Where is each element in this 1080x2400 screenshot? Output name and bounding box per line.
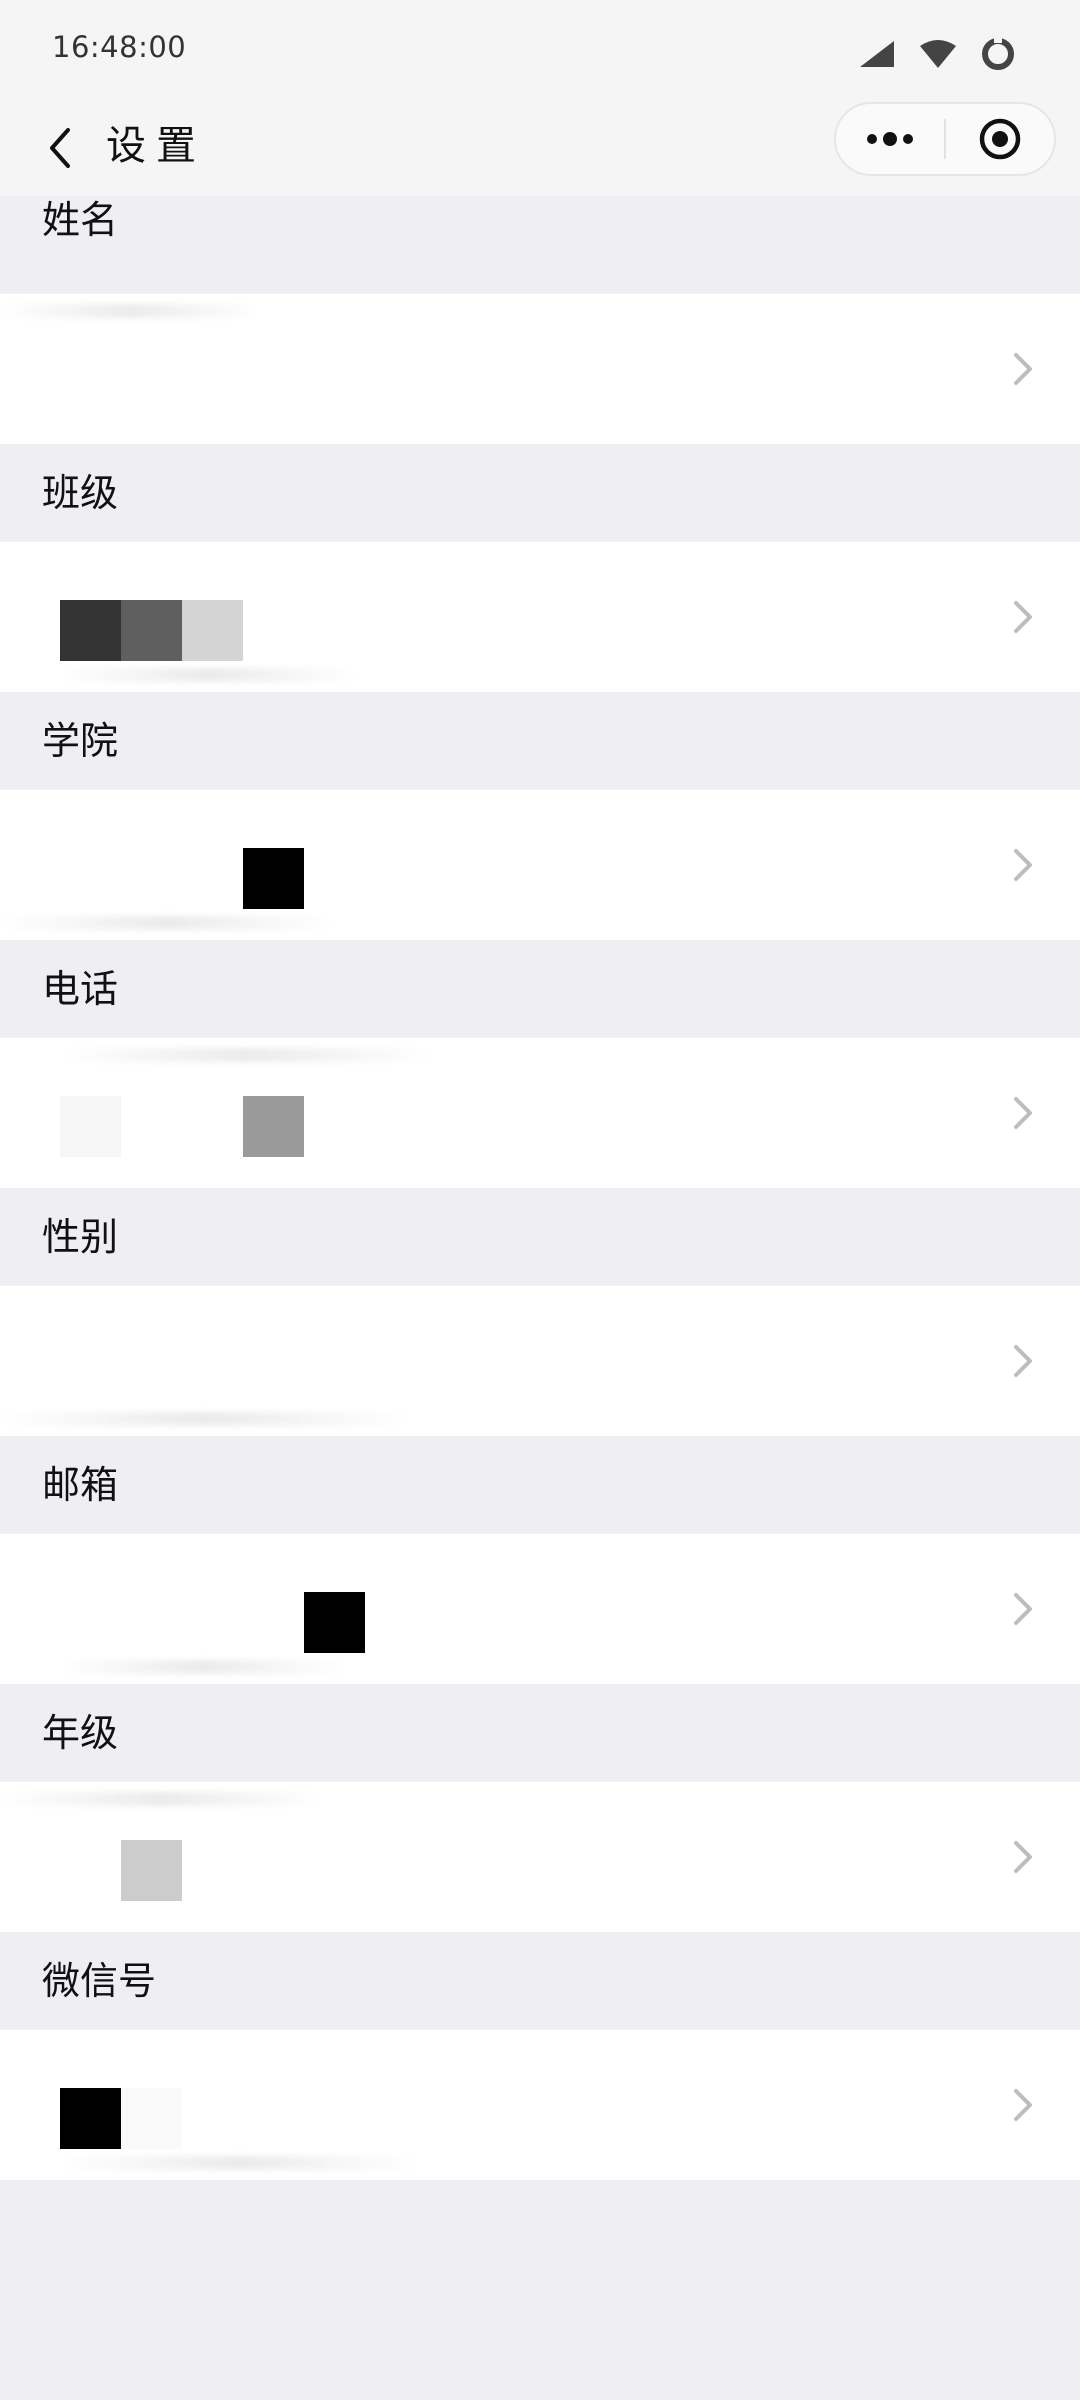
field-value-redacted [60,2088,182,2150]
redacted-block [243,1096,304,1157]
redacted-block [182,1096,243,1157]
chevron-right-icon [1014,353,1032,385]
redacted-block [121,1592,182,1653]
redacted-block [243,848,304,909]
field-row[interactable] [0,1534,1080,1684]
redaction-smear [60,668,357,682]
redacted-block [304,1592,365,1653]
chevron-right-icon [1014,1841,1032,1873]
redacted-block [121,1096,182,1157]
redacted-block [60,600,121,661]
field-label: 姓名 [0,196,1080,294]
status-time: 16:48:00 [52,30,187,64]
chevron-right-icon [1014,1345,1032,1377]
field-value-redacted [60,848,304,910]
redacted-block [182,600,243,661]
chevron-right-icon [1014,601,1032,633]
field-row[interactable] [0,790,1080,940]
redacted-block [121,2088,182,2149]
chevron-right-icon [1014,2089,1032,2121]
redacted-block [60,1096,121,1157]
redacted-block [60,848,121,909]
back-button[interactable] [30,118,90,178]
redaction-smear [60,1660,345,1674]
redaction-smear [60,1048,431,1062]
chevron-right-icon [1014,1593,1032,1625]
redaction-smear [60,2156,419,2170]
field-row[interactable] [0,294,1080,444]
field-value-redacted [60,600,243,662]
redaction-smear [0,916,334,930]
redacted-block [182,848,243,909]
status-bar: 16:48:00 [0,0,1080,100]
redacted-block [60,1592,121,1653]
field-value-redacted [60,1096,304,1158]
page-title: 设置 [106,123,206,169]
field-label: 学院 [0,692,1080,790]
field-row[interactable] [0,542,1080,692]
more-button[interactable] [836,104,944,174]
redaction-smear [0,1792,322,1806]
chevron-right-icon [1014,1097,1032,1129]
field-label: 性别 [0,1188,1080,1286]
field-row[interactable] [0,1286,1080,1436]
field-value-redacted [60,1592,365,1654]
nav-bar: 设置 [0,100,1080,196]
wifi-icon [920,40,956,68]
signal-icon [860,41,894,67]
target-circle-icon [979,118,1021,160]
settings-list: 姓名班级学院电话性别邮箱年级微信号 [0,196,1080,2180]
field-row[interactable] [0,2030,1080,2180]
field-label: 班级 [0,444,1080,542]
redaction-smear [0,304,260,318]
redacted-block [60,1840,121,1901]
close-miniprogram-button[interactable] [946,104,1054,174]
more-dots-icon [867,132,913,146]
field-value-redacted [60,1840,182,1902]
redaction-smear [0,1412,408,1426]
field-row[interactable] [0,1782,1080,1932]
redacted-block [121,848,182,909]
field-label: 微信号 [0,1932,1080,2030]
status-icons [858,36,1016,72]
redacted-block [243,1592,304,1653]
redacted-block [182,1592,243,1653]
battery-icon [982,37,1014,70]
field-label: 电话 [0,940,1080,1038]
chevron-right-icon [1014,849,1032,881]
chevron-left-icon [50,128,70,168]
mini-program-capsule [834,102,1056,176]
redacted-block [60,2088,121,2149]
redacted-block [121,1840,182,1901]
redacted-block [121,600,182,661]
field-row[interactable] [0,1038,1080,1188]
field-label: 年级 [0,1684,1080,1782]
field-label: 邮箱 [0,1436,1080,1534]
